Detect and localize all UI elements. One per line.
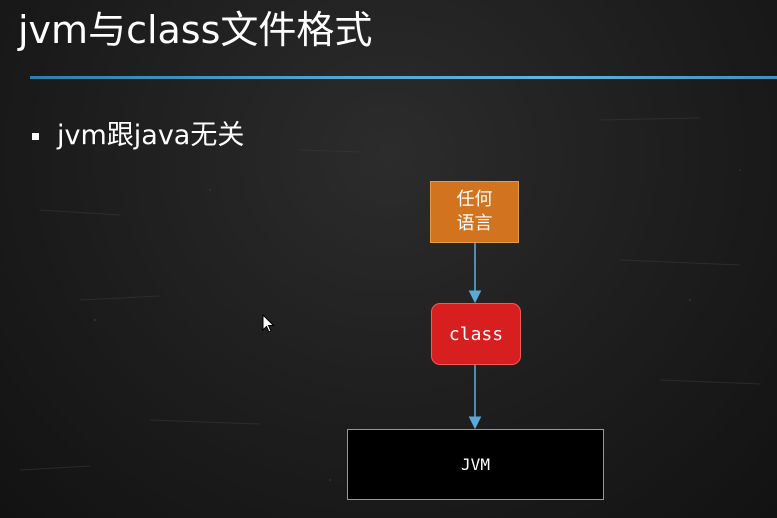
jvm-box: JVM	[347, 429, 604, 500]
mouse-pointer-icon	[262, 314, 275, 333]
bullet-square-icon	[32, 132, 39, 140]
any-language-box: 任何 语言	[430, 181, 519, 243]
title-underline	[30, 76, 777, 79]
any-language-line2: 语言	[456, 213, 493, 234]
class-file-label: class	[448, 323, 504, 345]
bullet-item: jvm跟java无关	[32, 118, 244, 154]
slide: jvm与class文件格式 jvm跟java无关 任何 语言 class JVM	[0, 0, 777, 518]
any-language-line1: 任何	[456, 189, 493, 210]
bullet-text: jvm跟java无关	[57, 120, 245, 151]
jvm-label: JVM	[461, 455, 490, 474]
class-file-box: class	[431, 303, 521, 365]
slide-title: jvm与class文件格式	[18, 8, 373, 52]
